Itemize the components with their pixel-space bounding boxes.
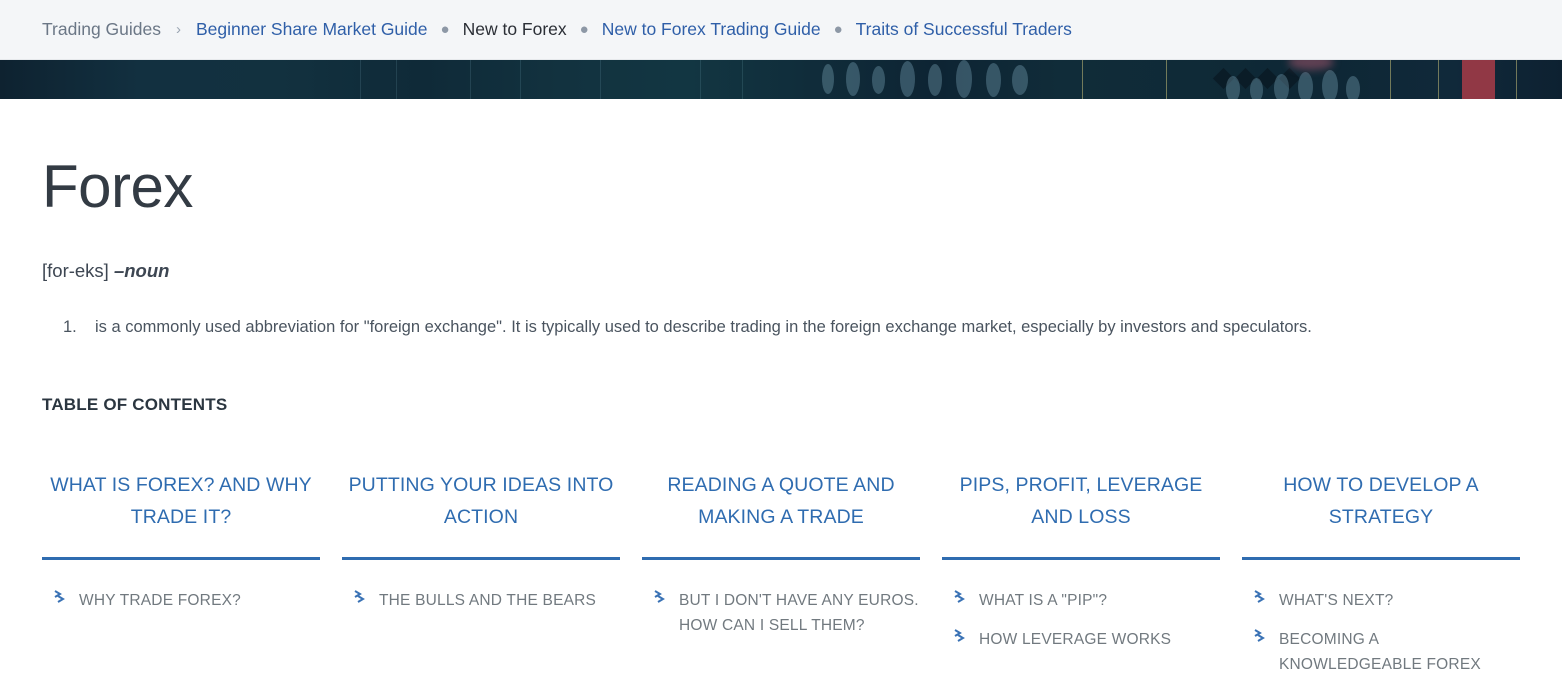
double-chevron-bullet-icon [654, 590, 667, 610]
toc-list-item[interactable]: WHAT IS A "PIP"? [942, 588, 1220, 613]
toc-item-list: WHAT'S NEXT? BECOMING A KNOWLEDGEABLE FOR… [1242, 588, 1520, 680]
definition-text: is a commonly used abbreviation for "for… [95, 318, 1312, 337]
toc-item-label: WHY TRADE FOREX? [79, 592, 241, 610]
breadcrumb: Trading Guides › Beginner Share Market Gui… [42, 18, 1072, 39]
toc-column-3: READING A QUOTE AND MAKING A TRADE BUT I … [642, 470, 920, 680]
chevron-right-icon: › [176, 21, 181, 38]
toc-item-label: WHAT IS A "PIP"? [979, 592, 1108, 610]
pronunciation-line: [for-eks] –noun [42, 259, 1520, 283]
toc-column-divider [342, 557, 620, 561]
hero-banner-graphics [0, 60, 1562, 99]
toc-item-list: WHY TRADE FOREX? [42, 588, 320, 627]
part-of-speech: –noun [113, 260, 170, 281]
toc-column-divider [42, 557, 320, 561]
toc-item-label: BUT I DON'T HAVE ANY EUROS. HOW CAN I SE… [679, 592, 919, 635]
definition-list: 1. is a commonly used abbreviation for "f… [42, 316, 1520, 339]
toc-column-title[interactable]: WHAT IS FOREX? AND WHY TRADE IT? [42, 470, 320, 536]
breadcrumb-item-5[interactable]: Traits of Successful Traders [856, 20, 1072, 39]
double-chevron-bullet-icon [1254, 629, 1267, 649]
table-of-contents-heading: TABLE OF CONTENTS [42, 395, 228, 415]
toc-item-list: THE BULLS AND THE BEARS [342, 588, 620, 627]
breadcrumb-bar: Trading Guides › Beginner Share Market Gui… [0, 0, 1562, 60]
definition-number: 1. [63, 318, 77, 337]
double-chevron-bullet-icon [54, 590, 67, 610]
definition-item: 1. is a commonly used abbreviation for "f… [63, 316, 1520, 339]
dot-separator-icon: ● [833, 21, 843, 38]
toc-column-divider [642, 557, 920, 561]
toc-column-title[interactable]: PIPS, PROFIT, LEVERAGE AND LOSS [942, 470, 1220, 536]
toc-column-4: PIPS, PROFIT, LEVERAGE AND LOSS WHAT IS A… [942, 470, 1220, 680]
breadcrumb-item-2[interactable]: Beginner Share Market Guide [196, 20, 428, 39]
toc-column-divider [942, 557, 1220, 561]
dot-separator-icon: ● [440, 21, 450, 38]
main-content: Forex [for-eks] –noun 1. is a commonly us… [0, 157, 1562, 680]
toc-item-label: THE BULLS AND THE BEARS [379, 592, 597, 610]
table-of-contents-grid: WHAT IS FOREX? AND WHY TRADE IT? WHY TRAD… [42, 470, 1520, 680]
toc-list-item[interactable]: BUT I DON'T HAVE ANY EUROS. HOW CAN I SE… [642, 588, 920, 638]
hero-banner-image [0, 60, 1562, 99]
breadcrumb-item-1[interactable]: Trading Guides [42, 20, 161, 39]
toc-column-2: PUTTING YOUR IDEAS INTO ACTION THE BULLS … [342, 470, 620, 680]
breadcrumb-item-4[interactable]: New to Forex Trading Guide [602, 20, 821, 39]
pronunciation-text: [for-eks] [42, 260, 109, 281]
double-chevron-bullet-icon [954, 629, 967, 649]
toc-list-item[interactable]: THE BULLS AND THE BEARS [342, 588, 620, 613]
toc-list-item[interactable]: HOW LEVERAGE WORKS [942, 627, 1220, 652]
dot-separator-icon: ● [579, 21, 589, 38]
double-chevron-bullet-icon [954, 590, 967, 610]
toc-column-5: HOW TO DEVELOP A STRATEGY WHAT'S NEXT? BEC… [1242, 470, 1520, 680]
toc-list-item[interactable]: WHY TRADE FOREX? [42, 588, 320, 613]
toc-column-1: WHAT IS FOREX? AND WHY TRADE IT? WHY TRAD… [42, 470, 320, 680]
toc-item-label: HOW LEVERAGE WORKS [979, 631, 1172, 649]
toc-item-label: WHAT'S NEXT? [1279, 592, 1394, 610]
toc-column-divider [1242, 557, 1520, 561]
toc-item-list: BUT I DON'T HAVE ANY EUROS. HOW CAN I SE… [642, 588, 920, 652]
toc-item-label: BECOMING A KNOWLEDGEABLE FOREX [1279, 631, 1481, 674]
toc-column-title[interactable]: HOW TO DEVELOP A STRATEGY [1242, 470, 1520, 536]
toc-column-title[interactable]: PUTTING YOUR IDEAS INTO ACTION [342, 470, 620, 536]
double-chevron-bullet-icon [354, 590, 367, 610]
breadcrumb-item-3: New to Forex [462, 18, 567, 39]
double-chevron-bullet-icon [1254, 590, 1267, 610]
toc-list-item[interactable]: BECOMING A KNOWLEDGEABLE FOREX [1242, 627, 1520, 677]
page-title: Forex [42, 153, 193, 220]
toc-list-item[interactable]: WHAT'S NEXT? [1242, 588, 1520, 613]
toc-column-title[interactable]: READING A QUOTE AND MAKING A TRADE [642, 470, 920, 536]
toc-item-list: WHAT IS A "PIP"? HOW LEVERAGE WORKS [942, 588, 1220, 666]
